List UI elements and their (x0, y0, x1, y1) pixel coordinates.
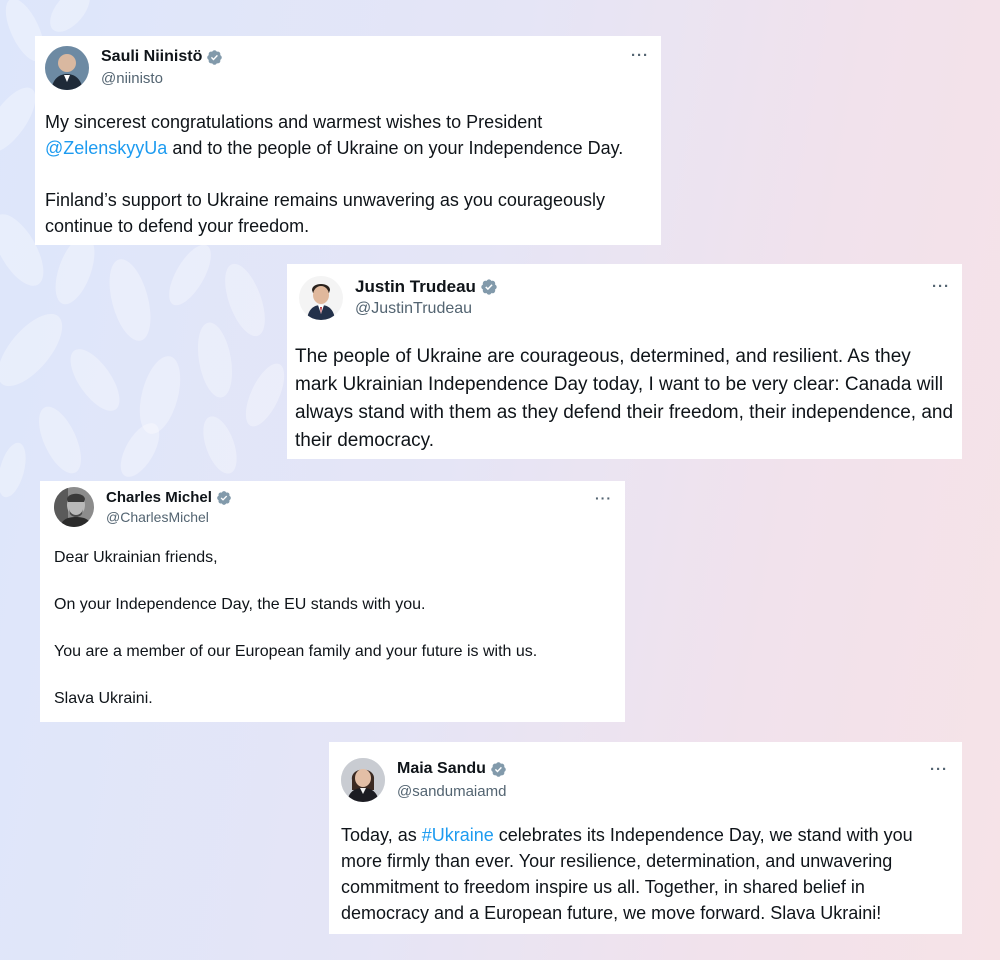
more-options-icon[interactable]: ··· (932, 279, 950, 294)
verified-badge-icon (480, 278, 498, 296)
author-name-row: Maia Sandu (397, 760, 507, 778)
tweet-paragraph: Dear Ukrainian friends, (54, 549, 218, 566)
tweet-card-niinisto: Sauli Niinistö @niinisto ··· My sinceres… (35, 36, 661, 245)
avatar[interactable] (54, 487, 94, 527)
avatar[interactable] (45, 46, 89, 90)
author-name-row: Charles Michel (106, 489, 232, 506)
tweet-paragraph: Today, as #Ukraine celebrates its Indepe… (341, 822, 953, 926)
more-options-icon[interactable]: ··· (631, 48, 649, 63)
tweet-card-michel: Charles Michel @CharlesMichel ··· Dear U… (40, 481, 625, 722)
author-name-row: Justin Trudeau (355, 277, 498, 297)
tweet-text: My sincerest congratulations and warmest… (45, 109, 651, 239)
verified-badge-icon (216, 490, 232, 506)
avatar[interactable] (299, 276, 343, 320)
tweet-paragraph: On your Independence Day, the EU stands … (54, 596, 426, 613)
profile-photo-icon (341, 758, 385, 802)
author-name[interactable]: Maia Sandu (397, 760, 486, 778)
avatar[interactable] (341, 758, 385, 802)
author-handle[interactable]: @CharlesMichel (106, 509, 209, 525)
profile-photo-icon (45, 46, 89, 90)
profile-photo-icon (54, 487, 94, 527)
author-handle[interactable]: @niinisto (101, 70, 163, 87)
hashtag-link[interactable]: #Ukraine (422, 825, 494, 845)
author-name[interactable]: Justin Trudeau (355, 277, 476, 297)
tweet-paragraph: Finland’s support to Ukraine remains unw… (45, 190, 605, 236)
text-segment: Today, as (341, 825, 422, 845)
text-segment: and to the people of Ukraine on your Ind… (167, 138, 624, 158)
text-segment: My sincerest congratulations and warmest… (45, 112, 543, 132)
verified-badge-icon (206, 49, 223, 66)
more-options-icon[interactable]: ··· (595, 491, 612, 505)
author-handle[interactable]: @sandumaiamd (397, 783, 506, 800)
tweet-paragraph: Slava Ukraini. (54, 690, 153, 707)
tweet-paragraph: You are a member of our European family … (54, 643, 538, 660)
tweet-paragraph: The people of Ukraine are courageous, de… (295, 346, 954, 451)
author-name[interactable]: Sauli Niinistö (101, 48, 202, 66)
mention-link[interactable]: @ZelenskyyUa (45, 138, 167, 158)
tweet-paragraph: My sincerest congratulations and warmest… (45, 109, 651, 161)
tweet-card-sandu: Maia Sandu @sandumaiamd ··· Today, as #U… (329, 742, 962, 934)
tweet-text: Today, as #Ukraine celebrates its Indepe… (341, 822, 953, 926)
author-name[interactable]: Charles Michel (106, 489, 212, 506)
tweet-text: Dear Ukrainian friends, On your Independ… (54, 546, 614, 711)
author-name-row: Sauli Niinistö (101, 48, 223, 66)
profile-photo-icon (299, 276, 343, 320)
tweet-card-trudeau: Justin Trudeau @JustinTrudeau ··· The pe… (287, 264, 962, 459)
author-handle[interactable]: @JustinTrudeau (355, 300, 472, 318)
verified-badge-icon (490, 761, 507, 778)
tweet-text: The people of Ukraine are courageous, de… (295, 343, 957, 455)
more-options-icon[interactable]: ··· (930, 762, 948, 777)
